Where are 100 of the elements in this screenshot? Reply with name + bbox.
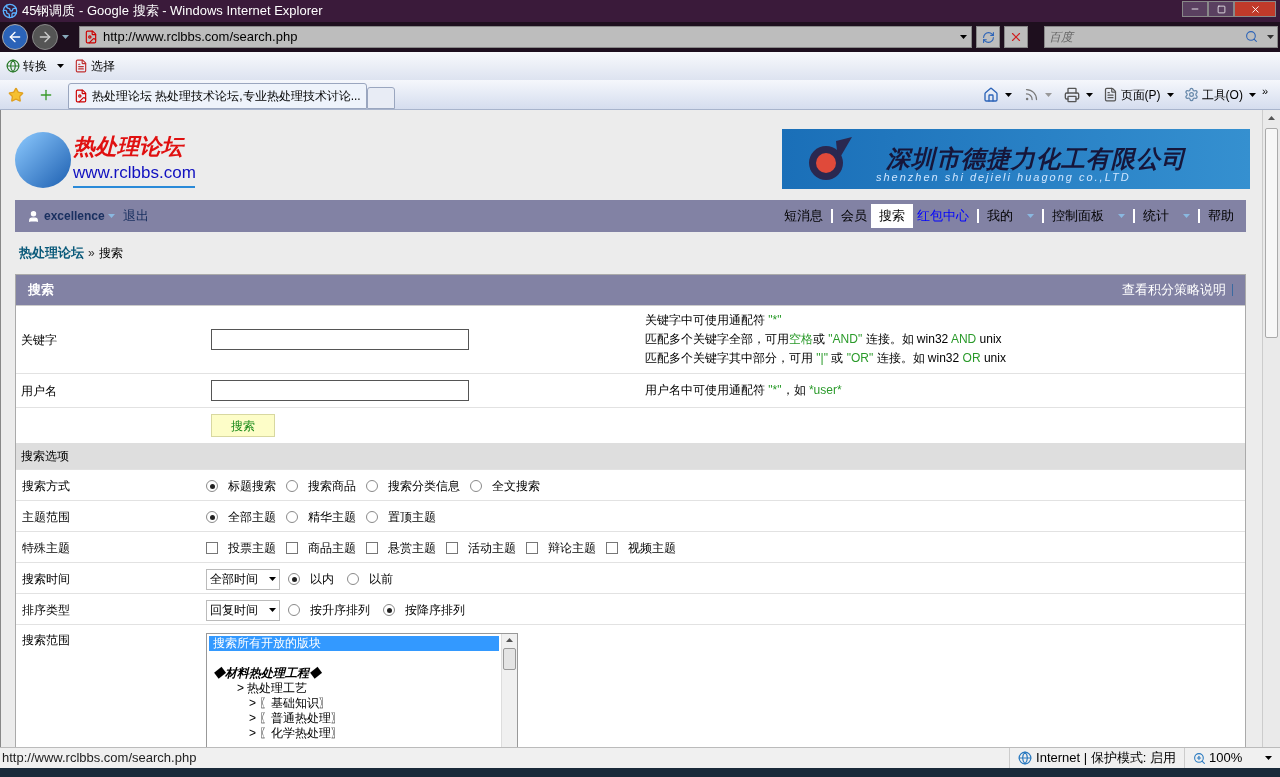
help-text: 关键字中可使用通配符 "*" [645,312,783,329]
address-field[interactable]: http://www.rclbbs.com/search.php [79,26,972,48]
radio-button[interactable] [288,573,300,585]
option-label: 以前 [369,571,393,588]
tab-title: 热处理论坛 热处理技术论坛,专业热处理技术讨论... [92,88,361,105]
toolbar-button[interactable]: 转换 [6,57,47,75]
checkbox[interactable] [366,542,378,554]
option-label: 辩论主题 [548,540,596,557]
radio-button[interactable] [206,511,218,523]
radio-button[interactable] [286,511,298,523]
home-icon[interactable] [982,86,999,103]
caret-icon [1085,92,1093,97]
list-option[interactable]: > 热处理工艺 [209,681,499,696]
option-label: 全文搜索 [492,478,540,495]
nav-link[interactable]: 统计 [1139,204,1194,228]
stop-button[interactable] [1004,26,1028,48]
radio-button[interactable] [347,573,359,585]
site-icon [84,30,98,44]
favorites-icon[interactable] [8,86,24,103]
page-icon [1102,87,1118,102]
new-tab-button[interactable] [366,87,395,109]
breadcrumb-current: 搜索 [98,245,123,262]
caret-icon [1265,756,1272,760]
globe-icon [6,59,20,73]
list-option[interactable]: ◆材料热处理工程◆ [209,666,499,681]
restore-button[interactable] [1208,1,1234,17]
page-menu[interactable]: 页面(P) [1102,85,1161,104]
search-button[interactable]: 搜索 [211,414,275,437]
list-option[interactable]: > 〖化学热处理〗 [209,726,499,741]
help-text: 匹配多个关键字全部，可用空格或 "AND" 连接。如 win32 AND unix [645,331,1003,348]
nav-link[interactable]: 帮助 [1204,204,1238,228]
radio-button[interactable] [366,511,378,523]
nav-link[interactable]: 会员 [837,204,871,228]
restore-icon [1216,4,1226,14]
option-name: 主题范围 [21,509,71,526]
checkbox[interactable] [206,542,218,554]
caret-icon [269,608,276,612]
close-icon [1249,3,1261,15]
nav-link[interactable]: 搜索 [871,204,913,228]
scroll-up-icon[interactable] [1268,116,1275,120]
scroll-up-icon[interactable] [506,638,513,642]
radio-button[interactable] [206,480,218,492]
scrollbar[interactable] [501,634,517,747]
search-field[interactable]: 百度 [1044,26,1278,48]
option-label: 置顶主题 [388,509,436,526]
search-icon[interactable] [1245,30,1258,43]
forward-button[interactable] [32,24,58,50]
dropdown-select[interactable]: 全部时间 [206,568,280,590]
nav-link[interactable]: 短消息 [780,204,827,228]
caret-icon [269,577,276,581]
page-scrollbar[interactable] [1262,110,1280,747]
refresh-icon [981,30,995,44]
minimize-button[interactable] [1182,1,1208,17]
checkbox[interactable] [526,542,538,554]
option-name: 搜索方式 [21,478,71,495]
site-logo[interactable]: 热处理论坛 www.rclbbs.com [15,128,195,190]
option-name: 搜索范围 [21,632,71,649]
radio-button[interactable] [470,480,482,492]
help-text: 匹配多个关键字其中部分，可用 "|" 或 "OR" 连接。如 win32 OR unix [645,350,1006,367]
option-label: 按升序排列 [310,602,370,619]
scroll-thumb[interactable] [1265,128,1278,338]
input-field[interactable] [211,380,469,401]
option-label: 投票主题 [228,540,276,557]
forum-listbox[interactable]: 搜索所有开放的版块 ◆材料热处理工程◆ > 热处理工艺 > 〖基础知识〗 > 〖普通热处理〗 > 〖化学热处理〗 [206,633,518,747]
list-option[interactable]: > 〖普通热处理〗 [209,711,499,726]
overflow-button[interactable]: » [1261,85,1268,97]
checkbox[interactable] [286,542,298,554]
breadcrumb-separator: » [88,245,95,262]
option-label: 活动主题 [468,540,516,557]
checkbox[interactable] [606,542,618,554]
radio-button[interactable] [366,480,378,492]
nav-link[interactable]: 我的 [983,204,1038,228]
scroll-thumb[interactable] [503,648,516,670]
nav-link[interactable]: 控制面板 [1048,204,1129,228]
back-button[interactable] [2,24,28,50]
option-name: 排序类型 [21,602,71,619]
option-label: 标题搜索 [228,478,276,495]
input-field[interactable] [211,329,469,350]
advert-banner[interactable]: 深圳市德捷力化工有限公司 shenzhen shi dejieli huagong co.,LTD [782,129,1250,189]
logout-link[interactable]: 退出 [122,206,149,226]
radio-button[interactable] [383,604,395,616]
caret-icon [1248,92,1256,97]
breadcrumb-link[interactable]: 热处理论坛 [19,243,84,263]
dropdown-select[interactable]: 回复时间 [206,599,280,621]
list-option[interactable]: > 〖基础知识〗 [209,696,499,711]
radio-button[interactable] [288,604,300,616]
caret-icon [1118,214,1125,218]
tools-menu[interactable]: 工具(O) [1183,85,1243,104]
toolbar-button[interactable]: 选择 [74,57,115,75]
option-label: 搜索分类信息 [388,478,460,495]
browser-tab[interactable]: 热处理论坛 热处理技术论坛,专业热处理技术讨论... [68,83,367,109]
caret-icon [1166,92,1174,97]
refresh-button[interactable] [976,26,1000,48]
checkbox[interactable] [446,542,458,554]
credits-link[interactable]: 查看积分策略说明 [1122,280,1226,300]
print-icon[interactable] [1063,86,1080,103]
radio-button[interactable] [286,480,298,492]
zoom-level[interactable]: 100% [1209,748,1243,768]
feed-icon[interactable] [1023,87,1039,102]
option-name: 搜索时间 [21,571,71,588]
